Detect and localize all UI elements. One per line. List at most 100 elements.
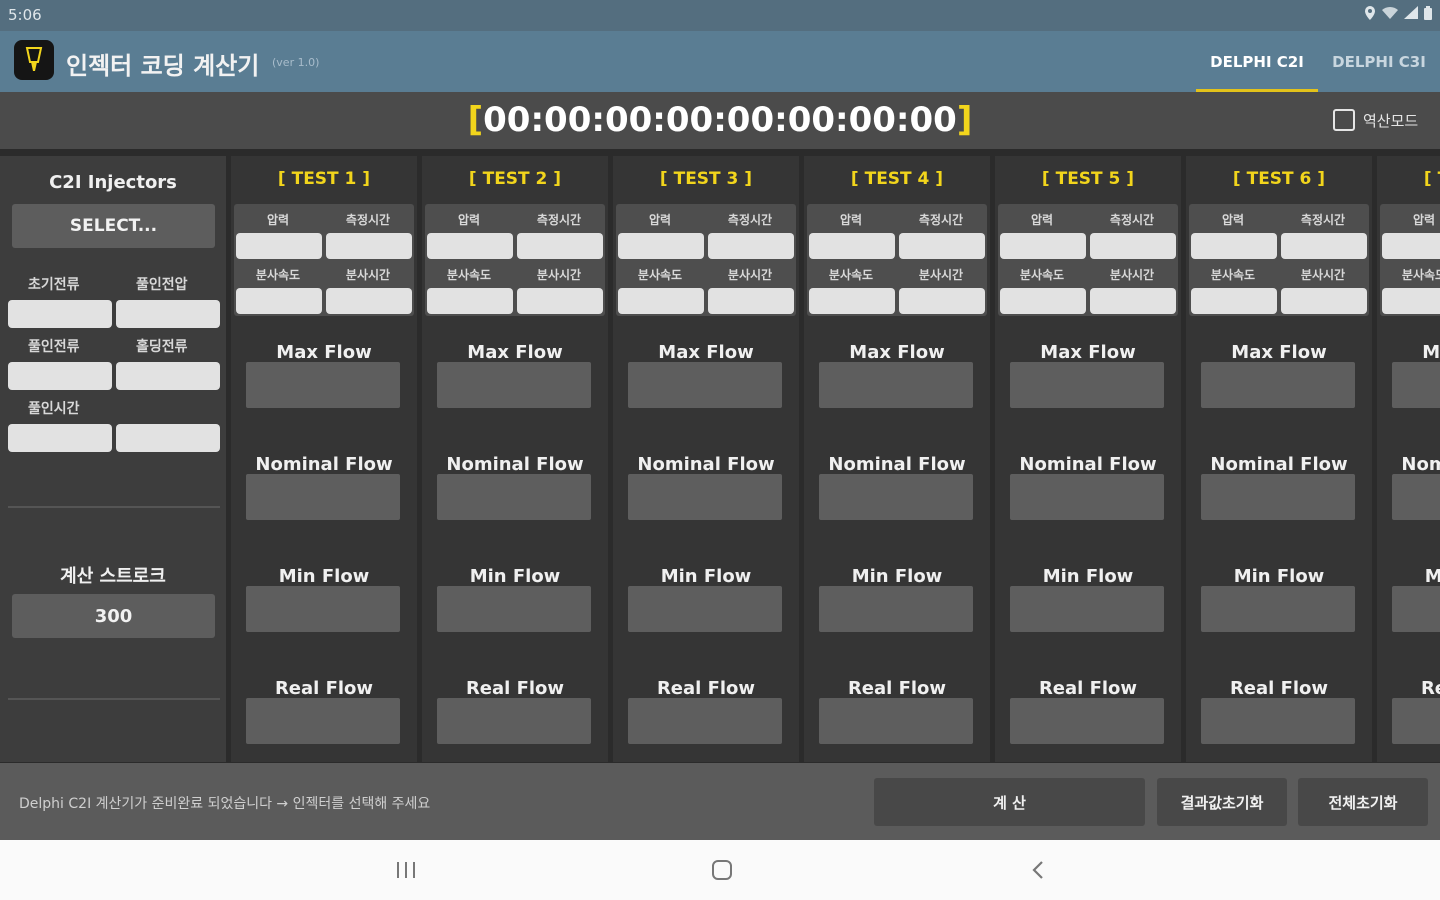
- reverse-mode-label: 역산모드: [1363, 111, 1419, 130]
- pressure-label: 압력: [457, 213, 481, 227]
- pressure-label: 압력: [1412, 213, 1436, 227]
- measure-time-field[interactable]: [708, 233, 794, 259]
- pullin-voltage-field[interactable]: [116, 300, 220, 328]
- nominal-flow-field[interactable]: [1010, 474, 1164, 520]
- injection-time-field[interactable]: [517, 288, 603, 314]
- max-flow-field[interactable]: [819, 362, 973, 408]
- nominal-flow-field[interactable]: [246, 474, 400, 520]
- pressure-field[interactable]: [236, 233, 322, 259]
- injector-logo-icon: [14, 40, 54, 80]
- min-flow-label: Min Flow: [469, 566, 561, 587]
- measure-time-field[interactable]: [326, 233, 412, 259]
- min-flow-label: Min Flow: [1424, 566, 1440, 587]
- real-flow-field[interactable]: [437, 698, 591, 744]
- real-flow-label: Real Flow: [1420, 678, 1440, 699]
- real-flow-field[interactable]: [1010, 698, 1164, 744]
- real-flow-field[interactable]: [1201, 698, 1355, 744]
- holding-current-field[interactable]: [116, 362, 220, 390]
- injection-time-label: 분사시간: [1109, 268, 1155, 282]
- recent-apps-icon[interactable]: [386, 854, 426, 886]
- max-flow-field[interactable]: [1201, 362, 1355, 408]
- max-flow-field[interactable]: [246, 362, 400, 408]
- coding-result: [00:00:00:00:00:00:00:00]: [0, 100, 1440, 140]
- measure-time-field[interactable]: [517, 233, 603, 259]
- real-flow-label: Real Flow: [274, 678, 374, 699]
- max-flow-field[interactable]: [1392, 362, 1440, 408]
- real-flow-field[interactable]: [819, 698, 973, 744]
- injection-rate-field[interactable]: [236, 288, 322, 314]
- navigation-bar: [0, 840, 1440, 900]
- reverse-mode-checkbox[interactable]: 역산모드: [1333, 109, 1418, 131]
- measure-time-field[interactable]: [1090, 233, 1176, 259]
- injection-rate-field[interactable]: [1191, 288, 1277, 314]
- nominal-flow-field[interactable]: [819, 474, 973, 520]
- real-flow-field[interactable]: [628, 698, 782, 744]
- pullin-current-label: 풀인전류: [28, 339, 80, 355]
- pressure-field[interactable]: [427, 233, 513, 259]
- min-flow-field[interactable]: [628, 586, 782, 632]
- injection-rate-field[interactable]: [1382, 288, 1440, 314]
- pressure-field[interactable]: [809, 233, 895, 259]
- max-flow-field[interactable]: [1010, 362, 1164, 408]
- injection-time-field[interactable]: [1281, 288, 1367, 314]
- calculate-button[interactable]: 계 산: [874, 778, 1145, 826]
- pressure-label: 압력: [648, 213, 672, 227]
- reset-result-button[interactable]: 결과값초기화: [1157, 778, 1287, 826]
- stroke-value-field[interactable]: 300: [12, 594, 215, 638]
- injection-rate-field[interactable]: [427, 288, 513, 314]
- tab-delphi-c3i[interactable]: DELPHI C3I: [1318, 31, 1440, 92]
- min-flow-field[interactable]: [437, 586, 591, 632]
- nominal-flow-field[interactable]: [437, 474, 591, 520]
- injection-rate-field[interactable]: [809, 288, 895, 314]
- pullin-current-field[interactable]: [8, 362, 112, 390]
- max-flow-field[interactable]: [437, 362, 591, 408]
- injection-time-label: 분사시간: [1300, 268, 1346, 282]
- tab-delphi-c2i[interactable]: DELPHI C2I: [1196, 31, 1318, 92]
- injection-rate-field[interactable]: [618, 288, 704, 314]
- nominal-flow-field[interactable]: [1201, 474, 1355, 520]
- min-flow-field[interactable]: [1010, 586, 1164, 632]
- pullin-time-field-1[interactable]: [8, 424, 112, 452]
- injection-time-field[interactable]: [708, 288, 794, 314]
- min-flow-field[interactable]: [246, 586, 400, 632]
- pressure-field[interactable]: [618, 233, 704, 259]
- reset-all-button[interactable]: 전체초기화: [1298, 778, 1428, 826]
- max-flow-label: Max Flow: [276, 342, 372, 363]
- real-flow-label: Real Flow: [656, 678, 756, 699]
- real-flow-field[interactable]: [1392, 698, 1440, 744]
- measure-time-field[interactable]: [899, 233, 985, 259]
- home-icon[interactable]: [702, 854, 742, 886]
- injection-time-field[interactable]: [1090, 288, 1176, 314]
- min-flow-field[interactable]: [1392, 586, 1440, 632]
- app-title: 인젝터 코딩 계산기: [66, 52, 260, 80]
- max-flow-label: Max Flow: [658, 342, 754, 363]
- min-flow-field[interactable]: [819, 586, 973, 632]
- pressure-field[interactable]: [1191, 233, 1277, 259]
- min-flow-label: Min Flow: [1042, 566, 1134, 587]
- injection-time-field[interactable]: [326, 288, 412, 314]
- measure-time-label: 측정시간: [536, 213, 582, 227]
- select-injector-button[interactable]: SELECT...: [12, 204, 215, 248]
- pullin-time-field-2[interactable]: [116, 424, 220, 452]
- initial-current-field[interactable]: [8, 300, 112, 328]
- min-flow-field[interactable]: [1201, 586, 1355, 632]
- nominal-flow-label: Nominal Flow: [1210, 454, 1348, 475]
- pressure-field[interactable]: [1382, 233, 1440, 259]
- injection-time-field[interactable]: [899, 288, 985, 314]
- min-flow-label: Min Flow: [1233, 566, 1325, 587]
- min-flow-label: Min Flow: [851, 566, 943, 587]
- nominal-flow-field[interactable]: [1392, 474, 1440, 520]
- bottom-bar: Delphi C2I 계산기가 준비완료 되었습니다 → 인젝터를 선택해 주세…: [0, 763, 1440, 840]
- max-flow-field[interactable]: [628, 362, 782, 408]
- pressure-field[interactable]: [1000, 233, 1086, 259]
- test-column-7: [ TEST 7 ]압력측정시간분사속도분사시간Max FlowNominal …: [1377, 156, 1440, 762]
- real-flow-field[interactable]: [246, 698, 400, 744]
- injection-rate-field[interactable]: [1000, 288, 1086, 314]
- test-column-6: [ TEST 6 ] 압력 측정시간 분사속도 분사시간 Max Flow Nominal …: [1186, 156, 1372, 762]
- pullin-time-label: 풀인시간: [28, 401, 80, 417]
- back-icon[interactable]: [1018, 854, 1058, 886]
- measure-time-field[interactable]: [1281, 233, 1367, 259]
- test-title: [ TEST 5 ]: [1041, 169, 1135, 189]
- injection-rate-label: 분사속도: [1019, 268, 1065, 282]
- nominal-flow-field[interactable]: [628, 474, 782, 520]
